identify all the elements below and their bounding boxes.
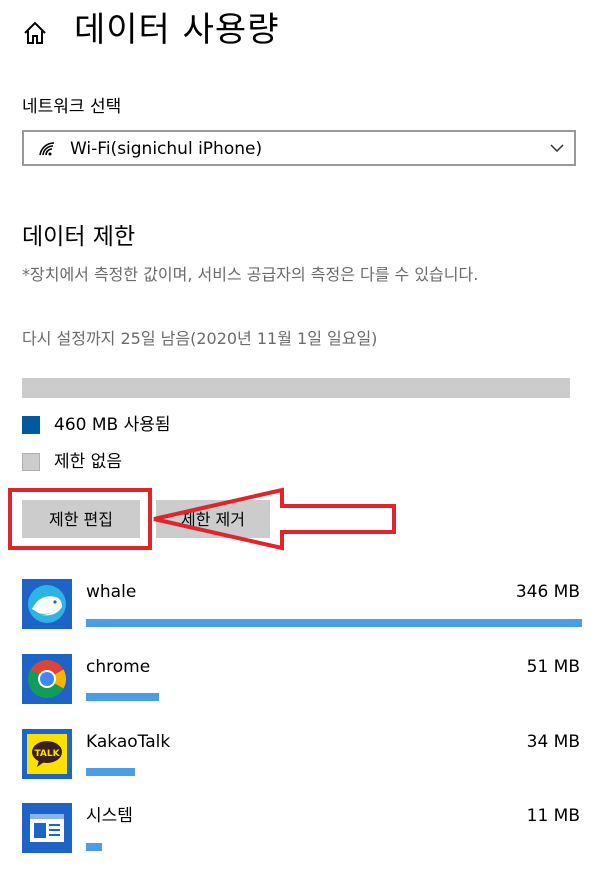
page-title: 데이터 사용량 [74, 10, 280, 50]
app-name: 시스템 [86, 806, 133, 826]
data-limit-heading: 데이터 제한 [22, 224, 136, 250]
reset-date-text: 다시 설정까지 25일 남음(2020년 11월 1일 일요일) [22, 329, 378, 348]
annotation-arrow-icon [153, 487, 396, 551]
app-usage: 346 MB [515, 582, 580, 602]
legend-swatch-used [22, 416, 40, 434]
app-usage: 51 MB [526, 657, 580, 677]
usage-progress-bar [22, 378, 570, 398]
wifi-icon [39, 142, 55, 156]
app-usage-bar [86, 619, 582, 627]
kakaotalk-icon: TALK [22, 729, 72, 779]
app-usage: 11 MB [526, 806, 580, 826]
network-select-value: Wi-Fi(signichul iPhone) [70, 139, 263, 159]
annotation-highlight-box [8, 488, 152, 550]
svg-text:TALK: TALK [34, 749, 60, 759]
legend-swatch-no-limit [22, 453, 40, 471]
network-select-label: 네트워크 선택 [22, 97, 122, 117]
home-icon[interactable] [22, 20, 48, 46]
legend-used: 460 MB 사용됨 [22, 413, 171, 437]
chrome-icon [22, 654, 72, 704]
data-usage-page: 데이터 사용량 네트워크 선택 Wi-Fi(signichul iPhone) … [0, 0, 616, 871]
legend-no-limit: 제한 없음 [22, 450, 122, 474]
app-usage-bar [86, 843, 102, 851]
app-name: chrome [86, 657, 151, 677]
legend-used-text: 460 MB 사용됨 [54, 415, 171, 435]
whale-icon [22, 579, 72, 629]
app-usage-bar [86, 768, 135, 776]
measurement-note: *장치에서 측정한 값이며, 서비스 공급자의 측정은 다를 수 있습니다. [22, 265, 479, 284]
system-icon [22, 803, 72, 853]
app-name: KakaoTalk [86, 732, 171, 752]
legend-no-limit-text: 제한 없음 [54, 452, 122, 472]
network-select-dropdown[interactable]: Wi-Fi(signichul iPhone) [22, 130, 576, 166]
app-usage-bar [86, 693, 159, 701]
chevron-down-icon [550, 144, 564, 153]
app-usage: 34 MB [526, 732, 580, 752]
app-name: whale [86, 582, 137, 602]
